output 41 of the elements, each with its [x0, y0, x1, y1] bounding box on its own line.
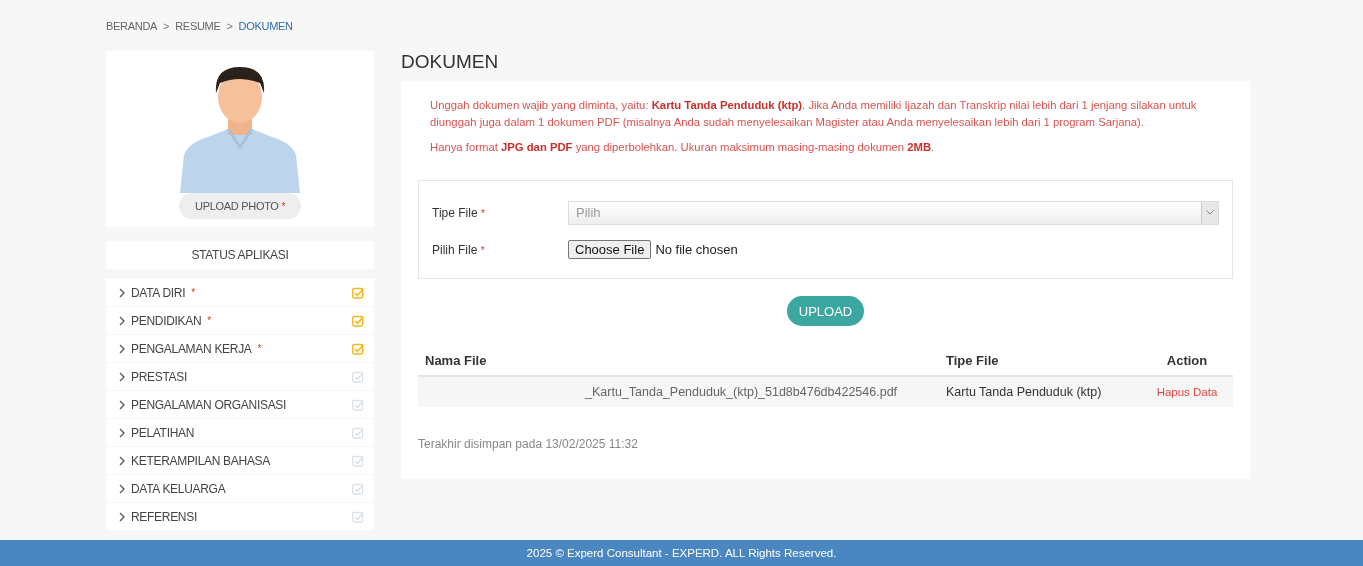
notice-text: Hanya format JPG dan PDF yang diperbolehkan. Ukuran maksimum masing-masing dokumen 2MB. — [430, 140, 936, 155]
sidebar-item[interactable]: PELATIHAN — [106, 419, 374, 446]
delete-link[interactable]: Hapus Data — [1156, 386, 1218, 398]
sidebar-item[interactable]: DATA DIRI * — [106, 279, 374, 306]
sidebar-item[interactable]: PENGALAMAN KERJA * — [106, 335, 374, 362]
breadcrumb-link[interactable]: BERANDA — [106, 19, 158, 32]
saved-timestamp: Terakhir disimpan pada 13/02/2025 11:32 — [418, 437, 639, 451]
sidebar-item[interactable]: DATA KELUARGA — [106, 475, 374, 502]
column-header: Nama File — [424, 352, 488, 368]
breadcrumb-separator: > — [163, 19, 170, 32]
column-header: Tipe File — [946, 352, 1000, 368]
notice-text: Unggah dokumen wajib yang diminta, yaitu: Kartu Tanda Penduduk (ktp). Jika Anda memiliki Ijazah dan Transkrip nilai lebih dari 1 jenjang silakan untuk diunggah juga dalam 1 dokumen PDF (misalnya Anda sudah menyelesaikan Magister atau Anda menyelesaikan lebih dari 1 program Sarjana). — [430, 98, 1198, 130]
sidebar-item[interactable]: KETERAMPILAN BAHASA — [106, 447, 374, 474]
chevron-icon — [119, 483, 125, 494]
chevron-icon — [119, 315, 125, 326]
field-label: Pilih File * — [432, 242, 486, 257]
sidebar-item[interactable]: PRESTASI — [106, 363, 374, 390]
file-status-text: No file chosen — [655, 242, 738, 257]
field-label: Tipe File * — [432, 205, 486, 220]
status-heading: STATUS APLIKASI — [106, 241, 374, 269]
chevron-icon — [119, 511, 125, 522]
chevron-icon — [119, 399, 125, 410]
chevron-icon — [119, 371, 125, 382]
chevron-icon — [119, 455, 125, 466]
chevron-icon — [119, 343, 125, 354]
upload-photo-button[interactable]: UPLOAD PHOTO * — [179, 193, 301, 219]
column-header: Action — [1165, 352, 1209, 368]
chevron-icon — [119, 287, 125, 298]
page-title: DOKUMEN — [401, 49, 500, 74]
copyright-text: 2025 © Experd Consultant - EXPERD. ALL Rights Reserved. — [526, 547, 837, 559]
sidebar-item[interactable]: PENGALAMAN ORGANISASI — [106, 391, 374, 418]
breadcrumb-separator: > — [226, 19, 233, 32]
sidebar-item[interactable]: PENDIDIKAN * — [106, 307, 374, 334]
breadcrumb-link[interactable]: DOKUMEN — [238, 19, 293, 32]
table-cell-text: _Kartu_Tanda_Penduduk_(ktp)_51d8b476db422546.pdf — [584, 385, 899, 399]
choose-file-button[interactable]: Choose File — [568, 240, 652, 259]
breadcrumb-link[interactable]: RESUME — [175, 19, 221, 32]
caret-icon — [1201, 201, 1218, 224]
table-cell-text: Kartu Tanda Penduduk (ktp) — [946, 385, 1103, 399]
chevron-icon — [119, 427, 125, 438]
sidebar-item[interactable]: REFERENSI — [106, 503, 374, 530]
